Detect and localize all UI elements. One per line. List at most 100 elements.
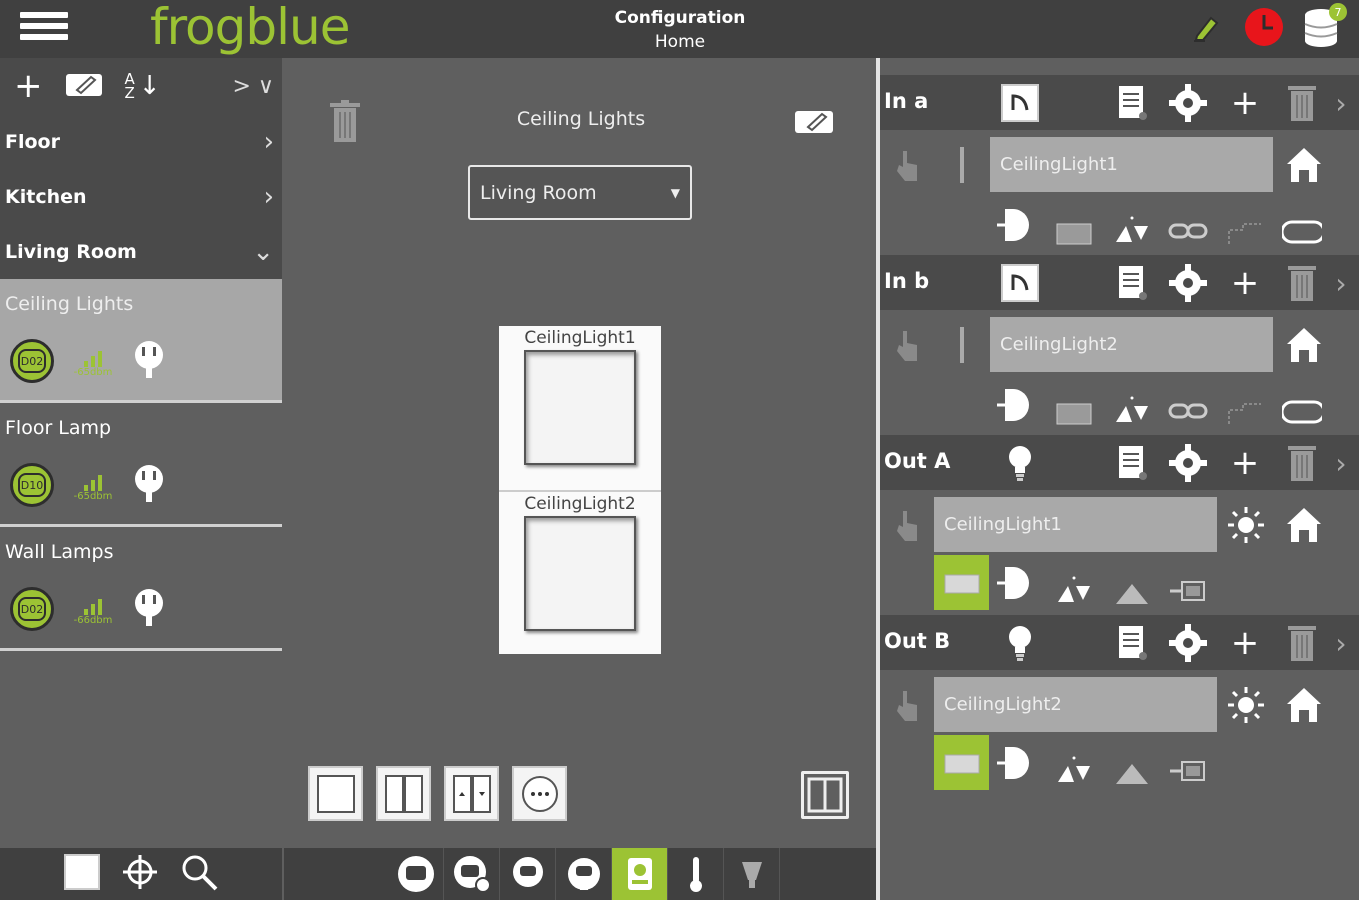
square-view-icon[interactable] [63, 853, 101, 895]
edit-icon[interactable] [65, 71, 103, 101]
switch-cell-1[interactable]: CeilingLight1 [499, 326, 661, 490]
trash-icon[interactable] [1282, 263, 1322, 303]
document-icon[interactable] [1112, 83, 1152, 123]
name-field-in-a[interactable]: CeilingLight1 [990, 137, 1273, 192]
section-label: Out A [884, 449, 951, 473]
switch-button[interactable] [524, 516, 636, 631]
sun-icon[interactable] [1226, 685, 1266, 725]
motor-icon[interactable] [1168, 571, 1208, 611]
gear-icon[interactable] [1168, 83, 1208, 123]
layout-socket-button[interactable] [512, 766, 567, 821]
locate-crosshair-icon[interactable] [121, 853, 159, 895]
device-item-ceiling-lights[interactable]: Ceiling Lights D02 -65dbm [0, 279, 282, 403]
device-item-wall-lamps[interactable]: Wall Lamps D02 -66dbm [0, 527, 282, 651]
chevron-right-icon[interactable]: › [1326, 83, 1356, 123]
home-icon[interactable] [1284, 685, 1324, 725]
layout-rocker-button[interactable] [444, 766, 499, 821]
trash-icon[interactable] [1282, 83, 1322, 123]
document-icon[interactable] [1112, 623, 1152, 663]
sun-icon[interactable] [1226, 505, 1266, 545]
chevron-right-icon[interactable]: › [1326, 623, 1356, 663]
layout-double-button[interactable] [376, 766, 431, 821]
step-icon[interactable] [1225, 391, 1265, 431]
document-icon[interactable] [1112, 443, 1152, 483]
expand-chevrons-icon[interactable]: > ∨ [232, 74, 274, 99]
database-badge: 7 [1329, 3, 1347, 21]
loop-icon[interactable] [1282, 391, 1322, 431]
trash-icon[interactable] [330, 100, 360, 148]
dimmer-icon[interactable] [996, 205, 1036, 245]
add-icon[interactable]: + [1225, 443, 1265, 483]
tab-module-small-icon[interactable] [500, 848, 556, 900]
bulb-icon[interactable] [1000, 443, 1040, 483]
device-badge: D02 [18, 349, 46, 373]
dimmer-icon[interactable] [996, 385, 1036, 425]
search-icon[interactable] [179, 852, 219, 896]
link-icon[interactable] [1168, 391, 1208, 431]
trash-icon[interactable] [1282, 623, 1322, 663]
add-icon[interactable]: + [1225, 83, 1265, 123]
switch-button[interactable] [524, 350, 636, 465]
add-icon[interactable]: + [1225, 263, 1265, 303]
tab-touch-panel-icon[interactable] [612, 848, 668, 900]
up-down-icon[interactable] [1112, 211, 1152, 251]
up-down-icon[interactable] [1054, 571, 1094, 611]
layout-single-button[interactable] [308, 766, 363, 821]
output-switch-selected[interactable] [934, 735, 989, 790]
tab-module-plus-icon[interactable] [444, 848, 500, 900]
sort-az-icon[interactable]: AZ ↓ [125, 72, 161, 101]
edit-pen-icon[interactable] [1191, 10, 1225, 48]
name-field-out-a[interactable]: CeilingLight1 [934, 497, 1217, 552]
alarm-clock-icon[interactable] [1243, 6, 1285, 52]
home-icon[interactable] [1284, 505, 1324, 545]
tab-thermometer-icon[interactable] [668, 848, 724, 900]
up-down-icon[interactable] [1112, 391, 1152, 431]
section-label: In b [884, 269, 930, 293]
motor-icon[interactable] [1168, 751, 1208, 791]
loop-icon[interactable] [1282, 211, 1322, 251]
chevron-right-icon[interactable]: › [1326, 263, 1356, 303]
switch-rect-icon[interactable] [1054, 211, 1094, 251]
gear-icon[interactable] [1168, 443, 1208, 483]
add-icon[interactable]: + [14, 69, 43, 103]
tab-module-alt-icon[interactable] [556, 848, 612, 900]
name-field-out-b[interactable]: CeilingLight2 [934, 677, 1217, 732]
input-type-icon[interactable] [1000, 263, 1040, 303]
nav-item-kitchen[interactable]: Kitchen › [0, 169, 282, 224]
switch-cell-2[interactable]: CeilingLight2 [499, 490, 661, 654]
touch-hand-icon [886, 325, 926, 365]
nav-item-living-room[interactable]: Living Room ⌄ [0, 224, 282, 279]
step-icon[interactable] [1225, 211, 1265, 251]
chevron-right-icon[interactable]: › [1326, 443, 1356, 483]
triangle-icon[interactable] [1112, 751, 1152, 791]
document-icon[interactable] [1112, 263, 1152, 303]
split-view-icon[interactable] [801, 771, 849, 819]
database-icon[interactable]: 7 [1303, 3, 1347, 53]
triangle-icon[interactable] [1112, 571, 1152, 611]
input-type-icon[interactable] [1000, 83, 1040, 123]
add-icon[interactable]: + [1225, 623, 1265, 663]
home-icon[interactable] [1284, 325, 1324, 365]
tab-lamp-icon[interactable] [724, 848, 780, 900]
name-field-in-b[interactable]: CeilingLight2 [990, 317, 1273, 372]
tab-module-icon[interactable] [388, 848, 444, 900]
dimmer-icon[interactable] [996, 563, 1036, 603]
chevron-right-icon: › [263, 126, 274, 157]
up-down-icon[interactable] [1054, 751, 1094, 791]
room-select[interactable]: Living Room ▼ [468, 165, 692, 220]
trash-icon[interactable] [1282, 443, 1322, 483]
device-item-floor-lamp[interactable]: Floor Lamp D10 -65dbm [0, 403, 282, 527]
output-switch-selected[interactable] [934, 555, 989, 610]
left-panel: + AZ ↓ > ∨ Floor › Kitchen › Living Room ⌄ … [0, 58, 282, 848]
gear-icon[interactable] [1168, 263, 1208, 303]
dimmer-icon[interactable] [996, 743, 1036, 783]
nav-item-floor[interactable]: Floor › [0, 114, 282, 169]
switch-rect-icon[interactable] [1054, 391, 1094, 431]
home-icon[interactable] [1284, 145, 1324, 185]
gear-icon[interactable] [1168, 623, 1208, 663]
link-icon[interactable] [1168, 211, 1208, 251]
hamburger-menu-icon[interactable] [20, 12, 68, 46]
bulb-icon[interactable] [1000, 623, 1040, 663]
edit-icon[interactable] [794, 108, 834, 138]
name-field-value: CeilingLight1 [944, 514, 1062, 535]
